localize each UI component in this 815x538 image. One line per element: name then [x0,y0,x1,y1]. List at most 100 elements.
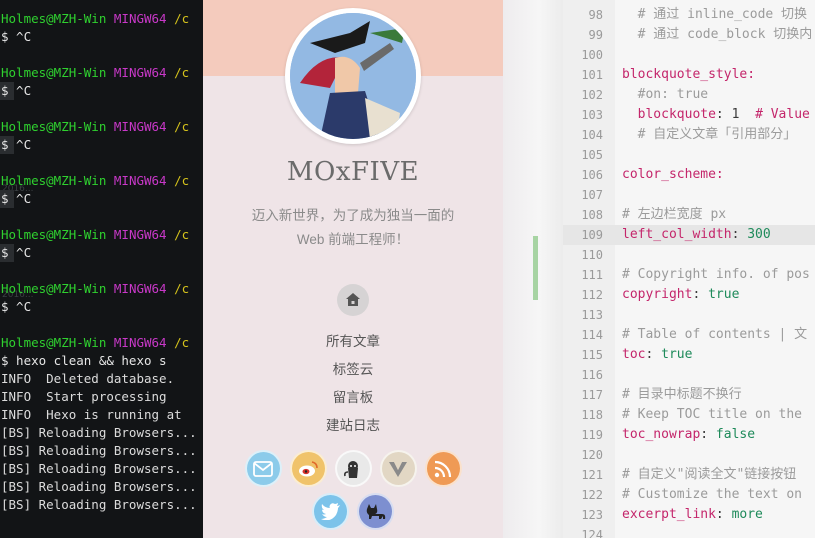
editor-line[interactable]: 102 #on: true [563,85,815,105]
cat-icon [366,503,385,519]
site-name[interactable]: MOxFIVE [203,157,503,187]
editor-line[interactable]: 100 [563,45,815,65]
blog-sidebar: MOxFIVE 迈入新世界，为了成为独当一面的 Web 前端工程师！ 所有文章 … [203,0,503,538]
line-number: 117 [581,388,603,402]
editor-line[interactable]: 115 toc: true [563,345,815,365]
rss-icon [434,460,452,477]
editor-line[interactable]: 107 [563,185,815,205]
line-number: 118 [581,408,603,422]
editor-line[interactable]: 110 [563,245,815,265]
github-icon [344,460,358,478]
line-number: 111 [581,268,603,282]
code-text: # 通过 inline_code 切换 [622,7,808,22]
vue-button[interactable] [379,450,417,487]
line-number: 113 [581,308,603,322]
social-links-row-1 [203,450,503,487]
line-number: 119 [581,428,603,442]
prompt-user: Holmes@MZH-Win [1,335,107,350]
nav-tag-cloud[interactable]: 标签云 [203,359,503,387]
line-number: 101 [581,68,603,82]
terminal-prompt-line: Holmes@MZH-Win MINGW64 /c [1,280,189,298]
prompt-host: MINGW64 [113,335,167,350]
line-number: 109 [581,228,603,242]
editor-line[interactable]: 122 # Customize the text on [563,485,815,505]
terminal-window[interactable]: 2016... 2016... Holmes@MZH-Win MINGW64 /c $… [0,0,203,538]
prompt-user: Holmes@MZH-Win [1,227,107,242]
line-number: 116 [581,368,603,382]
weibo-button[interactable] [289,450,327,487]
avatar[interactable] [285,8,421,144]
editor-line[interactable]: 118 # Keep TOC title on the [563,405,815,425]
cat-button[interactable] [357,493,394,530]
mail-button[interactable] [244,450,282,487]
line-number: 123 [581,508,603,522]
terminal-command: $ ^C [1,137,32,152]
prompt-path: /c [174,11,190,26]
editor-line[interactable]: 99 # 通过 code_block 切换内 [563,25,815,45]
terminal-command: $ ^C [1,83,32,98]
terminal-output-line: [BS] Reloading Browsers... [1,479,197,494]
prompt-user: Holmes@MZH-Win [1,11,107,26]
editor-line[interactable]: 119 toc_nowrap: false [563,425,815,445]
terminal-output-line: INFO Hexo is running at [1,407,182,422]
scroll-indicator[interactable] [533,236,538,300]
prompt-user: Holmes@MZH-Win [1,281,107,296]
editor-line[interactable]: 120 [563,445,815,465]
code-text: # Copyright info. of pos [622,267,810,282]
line-number: 124 [581,528,603,538]
code-editor[interactable]: 98 # 通过 inline_code 切换 99 # 通过 code_block… [563,0,815,538]
terminal-prompt-line: Holmes@MZH-Win MINGW64 /c [1,172,189,190]
editor-line[interactable]: 123 excerpt_link: more [563,505,815,525]
line-number: 104 [581,128,603,142]
code-text: # Customize the text on [622,487,803,502]
site-description-line-1: 迈入新世界，为了成为独当一面的 [251,208,455,223]
editor-line[interactable]: 105 [563,145,815,165]
rss-button[interactable] [424,450,462,487]
editor-line[interactable]: 116 [563,365,815,385]
code-text: # 自定义文章「引用部分」 [622,127,797,142]
line-number: 99 [588,28,603,42]
home-button[interactable] [337,284,369,316]
editor-line[interactable]: 109 left_col_width: 300 [563,225,815,245]
github-button[interactable] [334,450,372,487]
sidebar-nav: 所有文章 标签云 留言板 建站日志 [203,331,503,443]
code-text: # 自定义"阅读全文"链接按钮 [622,467,797,482]
code-text: toc: true [622,347,693,362]
code-text: #on: true [622,87,709,102]
editor-line[interactable]: 98 # 通过 inline_code 切换 [563,5,815,25]
line-number: 112 [581,288,603,302]
code-text: excerpt_link: more [622,507,763,522]
line-number: 114 [581,328,603,342]
nav-all-posts[interactable]: 所有文章 [203,331,503,359]
terminal-command: $ hexo clean && hexo s [1,353,167,368]
terminal-output-line: [BS] Reloading Browsers... [1,443,197,458]
line-number: 106 [581,168,603,182]
code-text: # 目录中标题不换行 [622,387,742,402]
prompt-path: /c [174,281,190,296]
terminal-output-line: [BS] Reloading Browsers... [1,461,197,476]
terminal-prompt-line: Holmes@MZH-Win MINGW64 /c [1,334,189,352]
social-links-row-2 [203,493,503,530]
editor-line[interactable]: 103 blockquote: 1 # Value [563,105,815,125]
editor-line[interactable]: 111 # Copyright info. of pos [563,265,815,285]
prompt-user: Holmes@MZH-Win [1,119,107,134]
editor-line[interactable]: 121 # 自定义"阅读全文"链接按钮 [563,465,815,485]
editor-line[interactable]: 124 [563,525,815,538]
editor-line[interactable]: 104 # 自定义文章「引用部分」 [563,125,815,145]
code-text: left_col_width: 300 [622,227,771,242]
prompt-path: /c [174,119,190,134]
vue-icon [389,461,407,477]
terminal-prompt-line: Holmes@MZH-Win MINGW64 /c [1,64,189,82]
twitter-button[interactable] [312,493,349,530]
nav-guestbook[interactable]: 留言板 [203,387,503,415]
home-icon [346,293,360,306]
line-number: 107 [581,188,603,202]
editor-line[interactable]: 106 color_scheme: [563,165,815,185]
editor-line[interactable]: 108 # 左边栏宽度 px [563,205,815,225]
nav-site-log[interactable]: 建站日志 [203,415,503,443]
editor-line[interactable]: 113 [563,305,815,325]
editor-line[interactable]: 101 blockquote_style: [563,65,815,85]
editor-line[interactable]: 114 # Table of contents | 文 [563,325,815,345]
editor-line[interactable]: 112 copyright: true [563,285,815,305]
editor-line[interactable]: 117 # 目录中标题不换行 [563,385,815,405]
